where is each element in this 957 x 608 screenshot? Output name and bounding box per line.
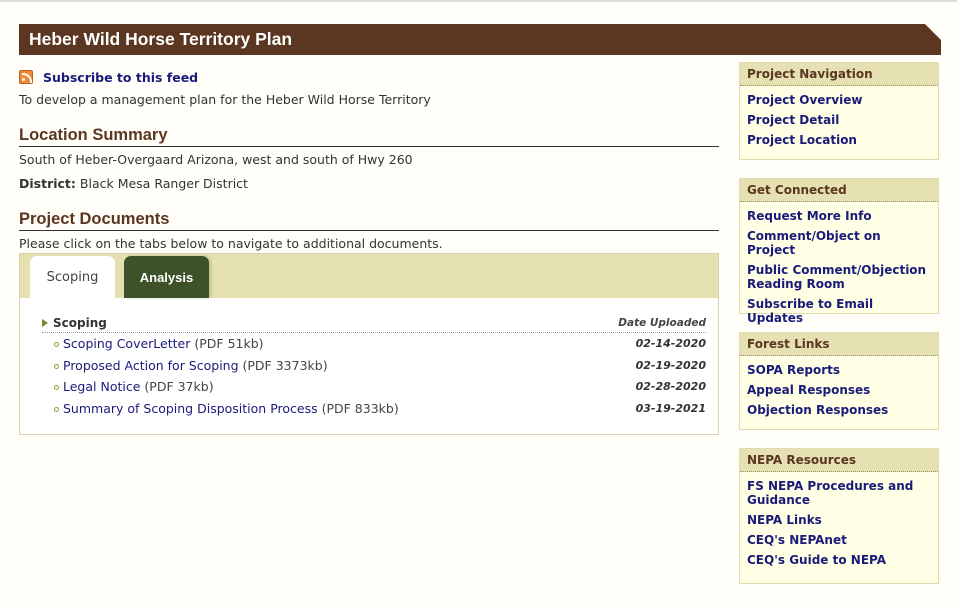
reading-room-link[interactable]: Public Comment/Objection Reading Room — [747, 263, 926, 291]
sidebar-item-email-updates[interactable]: Subscribe to Email Updates — [740, 294, 938, 328]
document-name-group: Summary of Scoping Disposition Process (… — [54, 401, 399, 416]
bullet-icon — [54, 385, 59, 390]
sopa-reports-link[interactable]: SOPA Reports — [747, 363, 840, 377]
document-date: 02-14-2020 — [635, 337, 706, 351]
page-title: Heber Wild Horse Territory Plan — [29, 29, 293, 49]
bullet-icon — [54, 363, 59, 369]
tab-strip: Scoping Analysis — [20, 254, 718, 298]
document-link[interactable]: Legal Notice — [63, 379, 140, 394]
document-size: (PDF 3373kb) — [242, 357, 328, 373]
document-link[interactable]: Summary of Scoping Disposition Process — [63, 401, 318, 416]
rss-icon[interactable] — [19, 70, 33, 84]
project-description: To develop a management plan for the Heb… — [19, 92, 431, 107]
nepa-resources-links: FS NEPA Procedures and Guidance NEPA Lin… — [740, 472, 938, 574]
document-row: Summary of Scoping Disposition Process (… — [42, 398, 706, 420]
section-title: Scoping — [53, 316, 107, 330]
nepa-links-link[interactable]: NEPA Links — [747, 513, 822, 527]
nepa-resources-box: NEPA Resources FS NEPA Procedures and Gu… — [739, 448, 939, 584]
sidebar-item-appeal[interactable]: Appeal Responses — [740, 380, 938, 400]
nepa-resources-title: NEPA Resources — [740, 449, 938, 472]
project-navigation-title: Project Navigation — [740, 63, 938, 86]
documents-note: Please click on the tabs below to naviga… — [19, 236, 443, 251]
document-date: 03-19-2021 — [635, 401, 706, 415]
fs-nepa-procedures-link[interactable]: FS NEPA Procedures and Guidance — [747, 479, 913, 507]
subscribe-feed[interactable]: Subscribe to this feed — [19, 68, 719, 86]
forest-links-list: SOPA Reports Appeal Responses Objection … — [740, 356, 938, 424]
page-title-bar: Heber Wild Horse Territory Plan — [19, 24, 941, 55]
document-row: Proposed Action for Scoping (PDF 3373kb)… — [42, 355, 706, 377]
location-text: South of Heber-Overgaard Arizona, west a… — [19, 152, 413, 167]
section-title-group: Scoping — [42, 316, 107, 330]
bullet-icon — [54, 342, 59, 347]
sidebar-item-nepanet[interactable]: CEQ's NEPAnet — [740, 530, 938, 550]
project-location-link[interactable]: Project Location — [747, 133, 857, 147]
document-link[interactable]: Proposed Action for Scoping — [63, 358, 239, 373]
sidebar-item-project-detail[interactable]: Project Detail — [740, 110, 938, 130]
sidebar-item-fs-nepa[interactable]: FS NEPA Procedures and Guidance — [740, 476, 938, 510]
document-size: (PDF 833kb) — [321, 400, 399, 416]
get-connected-title: Get Connected — [740, 179, 938, 202]
documents-tab-panel: Scoping Analysis Scoping Date Uploaded S… — [19, 253, 719, 435]
comment-object-link[interactable]: Comment/Object on Project — [747, 229, 881, 257]
documents-list: Scoping Date Uploaded Scoping CoverLette… — [20, 298, 718, 434]
forest-links-title: Forest Links — [740, 333, 938, 356]
top-divider — [0, 0, 957, 2]
document-size: (PDF 37kb) — [144, 379, 214, 395]
project-documents-heading: Project Documents — [19, 210, 719, 231]
tab-scoping[interactable]: Scoping — [30, 256, 115, 298]
sidebar-item-ceq-guide[interactable]: CEQ's Guide to NEPA — [740, 550, 938, 570]
bullet-icon — [54, 406, 59, 412]
ceq-nepanet-link[interactable]: CEQ's NEPAnet — [747, 533, 847, 547]
sidebar-item-sopa[interactable]: SOPA Reports — [740, 360, 938, 380]
sidebar: Project Navigation Project Overview Proj… — [739, 62, 939, 602]
triangle-right-icon — [42, 319, 48, 327]
objection-responses-link[interactable]: Objection Responses — [747, 403, 888, 417]
document-row: Legal Notice (PDF 37kb) 02-28-2020 — [42, 376, 706, 398]
document-date: 02-19-2020 — [635, 358, 706, 372]
project-navigation-links: Project Overview Project Detail Project … — [740, 86, 938, 154]
project-overview-link[interactable]: Project Overview — [747, 93, 862, 107]
forest-links-box: Forest Links SOPA Reports Appeal Respons… — [739, 332, 939, 430]
district-line: District: Black Mesa Ranger District — [19, 176, 719, 191]
sidebar-item-nepa-links[interactable]: NEPA Links — [740, 510, 938, 530]
sidebar-item-project-location[interactable]: Project Location — [740, 130, 938, 150]
main-content: Subscribe to this feed To develop a mana… — [19, 68, 719, 435]
tab-analysis[interactable]: Analysis — [124, 256, 209, 298]
date-uploaded-header: Date Uploaded — [618, 317, 706, 329]
location-summary-heading: Location Summary — [19, 126, 719, 147]
document-date: 02-28-2020 — [635, 380, 706, 394]
sidebar-item-objection[interactable]: Objection Responses — [740, 400, 938, 420]
document-name-group: Legal Notice (PDF 37kb) — [54, 379, 214, 394]
appeal-responses-link[interactable]: Appeal Responses — [747, 383, 870, 397]
document-link[interactable]: Scoping CoverLetter — [63, 336, 190, 351]
document-row: Scoping CoverLetter (PDF 51kb) 02-14-202… — [42, 333, 706, 355]
document-size: (PDF 51kb) — [194, 336, 264, 352]
sidebar-item-reading-room[interactable]: Public Comment/Objection Reading Room — [740, 260, 938, 294]
document-name-group: Scoping CoverLetter (PDF 51kb) — [54, 336, 264, 351]
email-updates-link[interactable]: Subscribe to Email Updates — [747, 297, 873, 325]
get-connected-links: Request More Info Comment/Object on Proj… — [740, 202, 938, 332]
documents-list-header: Scoping Date Uploaded — [42, 316, 706, 333]
district-label: District: — [19, 176, 76, 191]
sidebar-item-comment-object[interactable]: Comment/Object on Project — [740, 226, 938, 260]
subscribe-feed-link[interactable]: Subscribe to this feed — [43, 70, 198, 85]
document-name-group: Proposed Action for Scoping (PDF 3373kb) — [54, 358, 328, 373]
request-more-info-link[interactable]: Request More Info — [747, 209, 872, 223]
sidebar-item-request-info[interactable]: Request More Info — [740, 206, 938, 226]
project-navigation-box: Project Navigation Project Overview Proj… — [739, 62, 939, 160]
ceq-guide-link[interactable]: CEQ's Guide to NEPA — [747, 553, 886, 567]
sidebar-item-project-overview[interactable]: Project Overview — [740, 90, 938, 110]
district-value: Black Mesa Ranger District — [79, 176, 248, 191]
get-connected-box: Get Connected Request More Info Comment/… — [739, 178, 939, 325]
project-detail-link[interactable]: Project Detail — [747, 113, 839, 127]
